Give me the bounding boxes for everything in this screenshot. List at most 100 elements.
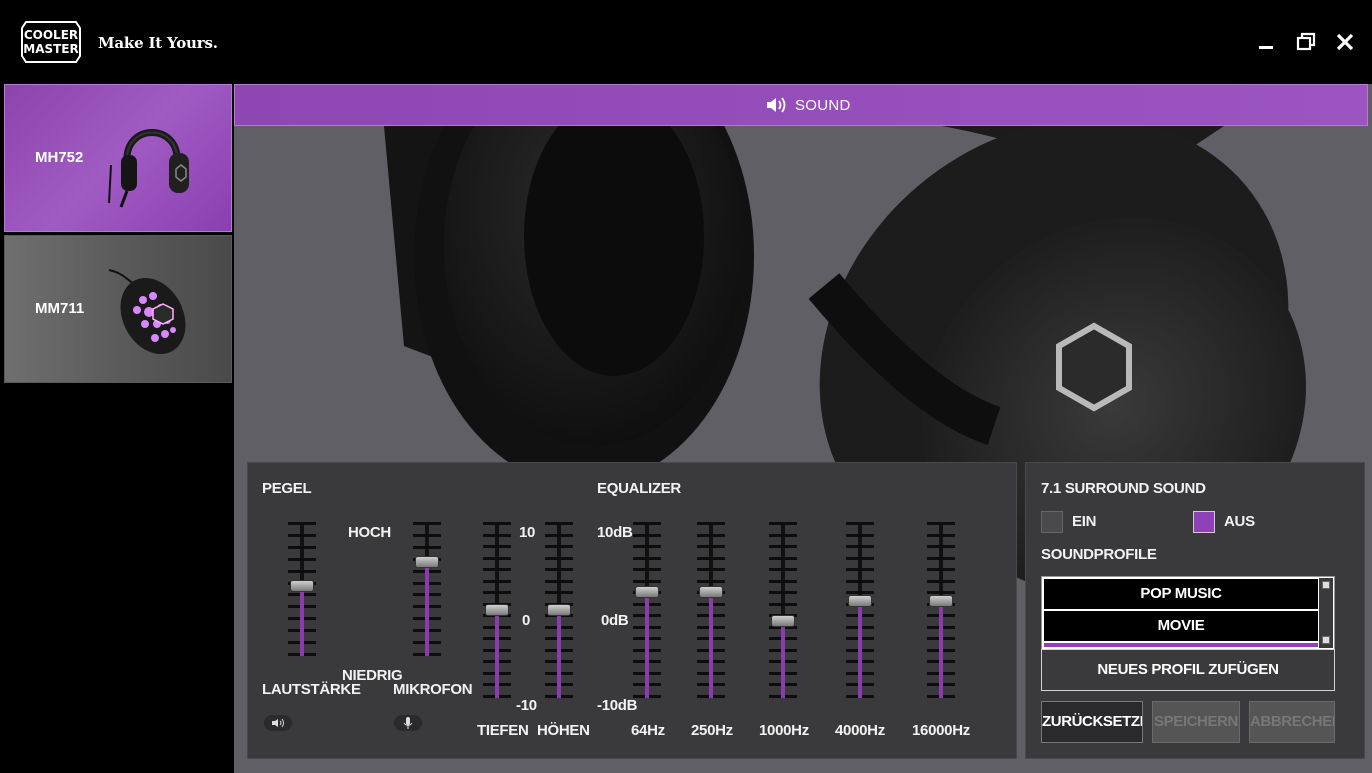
tone-min-label: -10 (516, 697, 537, 714)
microphone-slider[interactable] (413, 522, 441, 656)
slider-tick (697, 533, 725, 537)
surround-on-label: EIN (1072, 513, 1097, 530)
slider-tick (545, 579, 573, 583)
treble-label: HÖHEN (537, 722, 590, 739)
tone-max-label: 10 (519, 524, 536, 541)
slider-tick (483, 522, 511, 525)
device-item-mm711[interactable]: MM711 (4, 235, 232, 383)
slider-tick (697, 556, 725, 560)
selected-profile-indicator (1044, 643, 1318, 647)
slider-tick (545, 533, 573, 537)
cancel-button[interactable]: ABBRECHEN (1249, 701, 1335, 743)
eq-zero-label: 0dB (601, 612, 629, 629)
slider-tick (483, 579, 511, 583)
profile-list: POP MUSIC MOVIE (1041, 576, 1335, 650)
device-sidebar: MH752 MM711 (0, 84, 234, 773)
headset-image (108, 129, 189, 208)
section-header: SOUND (234, 84, 1368, 126)
scroll-down-arrow[interactable] (1322, 636, 1330, 644)
volume-label: LAUTSTÄRKE (262, 681, 361, 698)
bass-slider[interactable] (483, 522, 511, 698)
eq-1000hz-slider[interactable] (769, 522, 797, 698)
volume-icon[interactable] (264, 715, 292, 731)
tone-zero-label: 0 (522, 612, 531, 629)
slider-fill (709, 592, 713, 698)
surround-off-checkbox[interactable] (1193, 511, 1215, 533)
slider-tick (633, 579, 661, 583)
slider-tick (633, 545, 661, 549)
pegel-title: PEGEL (262, 480, 312, 497)
slider-tick (927, 591, 955, 595)
cooler-master-logo: COOLER MASTER (21, 21, 81, 63)
slider-thumb[interactable] (635, 586, 659, 599)
slider-tick (483, 568, 511, 572)
eq-band-label: 1000Hz (759, 722, 809, 739)
slider-tick (769, 568, 797, 572)
slider-tick (633, 533, 661, 537)
device-item-mh752[interactable]: MH752 (4, 84, 232, 232)
eq-16000hz-slider[interactable] (927, 522, 955, 698)
mouse-image (108, 269, 186, 355)
slider-tick (697, 545, 725, 549)
treble-slider[interactable] (545, 522, 573, 698)
slider-tick (846, 556, 874, 560)
close-button[interactable] (1333, 30, 1357, 54)
slider-tick (927, 579, 955, 583)
slider-thumb[interactable] (929, 595, 953, 608)
slider-tick (769, 602, 797, 606)
slider-tick (769, 591, 797, 595)
profile-item[interactable]: MOVIE (1044, 611, 1318, 641)
slider-tick (483, 556, 511, 560)
eq-min-label: -10dB (597, 697, 638, 714)
slider-tick (697, 579, 725, 583)
eq-64hz-slider[interactable] (633, 522, 661, 698)
slider-tick (846, 522, 874, 525)
slider-tick (288, 545, 316, 549)
slider-fill (300, 586, 304, 656)
slider-tick (846, 533, 874, 537)
volume-slider[interactable] (288, 522, 316, 656)
slider-tick (633, 568, 661, 572)
slider-thumb[interactable] (848, 595, 872, 608)
slider-tick (483, 533, 511, 537)
slider-tick (288, 533, 316, 537)
slider-fill (858, 601, 862, 698)
slider-tick (927, 522, 955, 525)
slider-tick (846, 591, 874, 595)
slider-thumb[interactable] (290, 580, 314, 593)
logo-line-2: MASTER (23, 42, 79, 56)
pegel-high-label: HOCH (348, 524, 391, 541)
slider-fill (939, 601, 943, 698)
eq-band-label: 64Hz (631, 722, 665, 739)
soundprofile-title: SOUNDPROFILE (1041, 546, 1157, 563)
slider-tick (697, 522, 725, 525)
surround-on-checkbox[interactable] (1041, 511, 1063, 533)
slider-tick (846, 545, 874, 549)
scroll-up-arrow[interactable] (1322, 581, 1330, 589)
slider-tick (927, 556, 955, 560)
slider-thumb[interactable] (547, 604, 571, 616)
slider-tick (927, 568, 955, 572)
minimize-button[interactable] (1255, 30, 1279, 54)
add-profile-button[interactable]: NEUES PROFIL ZUFÜGEN (1041, 649, 1335, 691)
slider-tick (545, 522, 573, 525)
slider-tick (288, 569, 316, 573)
slider-thumb[interactable] (415, 556, 439, 569)
mic-label: MIKROFON (393, 681, 473, 698)
profile-scrollbar[interactable] (1319, 578, 1333, 648)
slider-thumb[interactable] (771, 614, 795, 627)
slider-fill (425, 562, 429, 656)
save-button[interactable]: SPEICHERN (1152, 701, 1240, 743)
eq-250hz-slider[interactable] (697, 522, 725, 698)
microphone-icon[interactable] (394, 715, 422, 731)
maximize-button[interactable] (1294, 30, 1318, 54)
slider-tick (633, 522, 661, 525)
slider-fill (495, 610, 499, 698)
slider-tick (927, 533, 955, 537)
profile-item[interactable]: POP MUSIC (1044, 579, 1318, 609)
slider-tick (288, 522, 316, 525)
slider-thumb[interactable] (699, 586, 723, 599)
slider-thumb[interactable] (485, 604, 509, 616)
eq-4000hz-slider[interactable] (846, 522, 874, 698)
reset-button[interactable]: ZURÜCKSETZEN (1041, 701, 1143, 743)
